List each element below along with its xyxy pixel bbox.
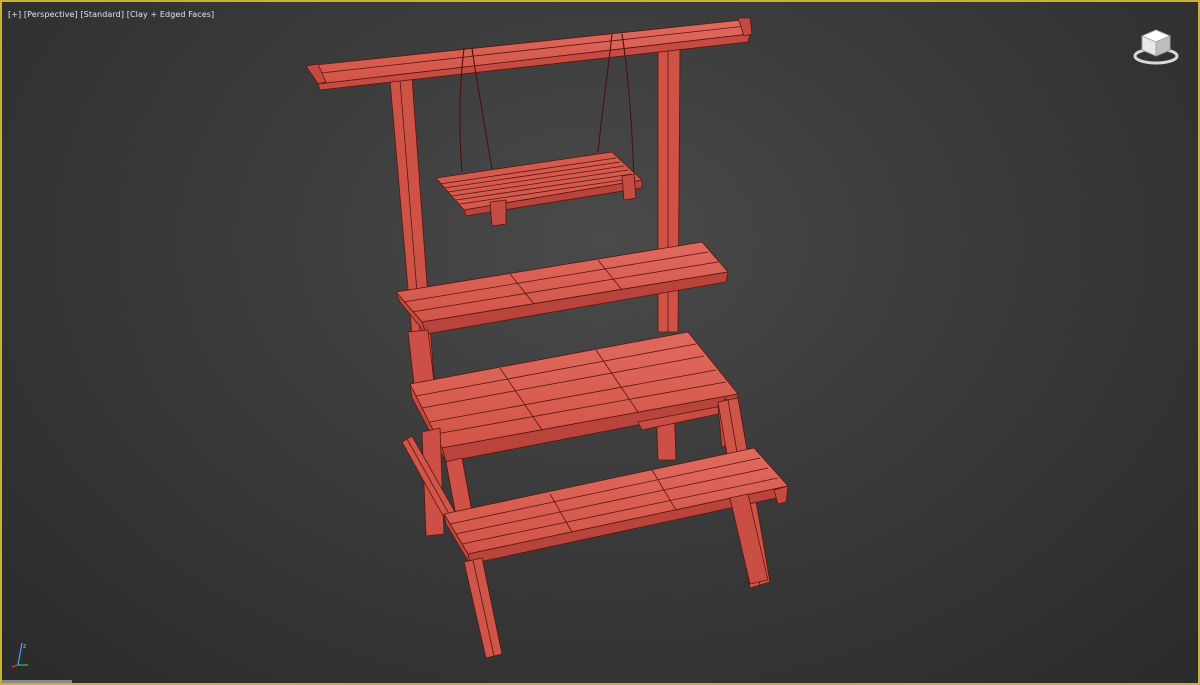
middle-table: [409, 331, 739, 463]
3d-model-scene[interactable]: [2, 2, 1198, 683]
axis-tripod-icon: z: [11, 642, 28, 668]
perspective-viewport[interactable]: [+] [Perspective] [Standard] [Clay + Edg…: [0, 0, 1200, 685]
svg-text:z: z: [23, 643, 26, 650]
front-left-leg: [463, 557, 503, 659]
swing-seat: [435, 151, 643, 227]
play-structure-model[interactable]: [305, 17, 789, 659]
top-beam: [305, 19, 751, 85]
viewcube-icon[interactable]: [1132, 24, 1180, 68]
timeline-strip: [2, 680, 72, 683]
